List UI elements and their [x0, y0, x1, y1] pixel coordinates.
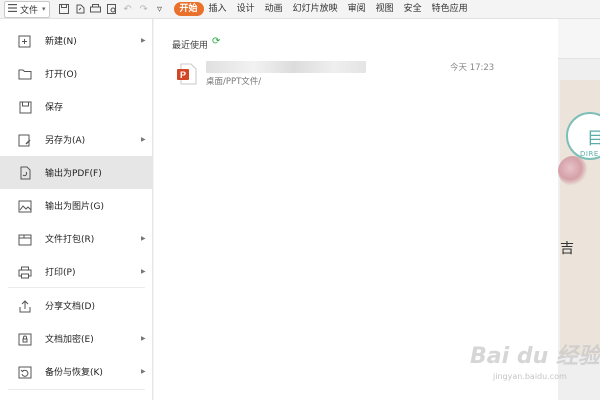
- save-icon[interactable]: [56, 2, 72, 16]
- recent-file-time: 今天 17:23: [450, 63, 495, 73]
- chevron-right-icon: ▶: [141, 268, 146, 275]
- ppt-file-icon: P: [177, 63, 197, 85]
- menu-item-label: 另存为(A): [45, 136, 86, 146]
- recent-file-name-blurred: [206, 61, 366, 73]
- tab-special-apps[interactable]: 特色应用: [427, 2, 473, 16]
- file-menu-label: 文件: [20, 5, 39, 16]
- tab-security[interactable]: 安全: [399, 2, 427, 16]
- chevron-down-icon: ▾: [42, 5, 46, 13]
- undo-icon[interactable]: ↶: [120, 2, 136, 16]
- pdf-export-icon: [17, 166, 33, 180]
- tab-view[interactable]: 视图: [371, 2, 399, 16]
- recent-title: 最近使用: [172, 41, 209, 51]
- folder-open-icon: [17, 67, 33, 81]
- menu-item-label: 保存: [45, 103, 64, 113]
- print-preview-icon[interactable]: [104, 2, 120, 16]
- menu-item-export-image[interactable]: 输出为图片(G): [0, 189, 153, 222]
- redo-icon[interactable]: ↷: [136, 2, 152, 16]
- slide-circle-char: 目: [587, 129, 600, 149]
- more-icon[interactable]: ▿: [152, 2, 168, 16]
- export-icon[interactable]: [72, 2, 88, 16]
- recent-file-path: 桌面/PPT文件/: [206, 77, 262, 87]
- hamburger-icon: [8, 3, 17, 15]
- menu-item-save-as[interactable]: 另存为(A) ▶: [0, 123, 153, 156]
- tab-home[interactable]: 开始: [173, 2, 204, 16]
- quick-access: ↶ ↷ ▿: [56, 2, 168, 16]
- new-doc-icon: [17, 34, 33, 48]
- menu-item-share[interactable]: 分享文档(D): [0, 289, 153, 322]
- slide-circle-text: DIRE: [580, 150, 599, 158]
- menu-item-open[interactable]: 打开(O): [0, 57, 153, 90]
- watermark-logo: Bai du 经验: [470, 344, 600, 369]
- ribbon-panel: [558, 19, 600, 59]
- menu-item-print[interactable]: 打印(P) ▶: [0, 255, 153, 288]
- toolbar: 文件 ▾ ↶ ↷ ▿ 开始 插入 设计 动画 幻灯片放映 审阅 视图 安全 特色…: [0, 0, 600, 19]
- menu-item-label: 分享文档(D): [45, 302, 95, 312]
- image-export-icon: [17, 199, 33, 213]
- watermark-url: jingyan.baidu.com: [493, 372, 567, 381]
- print-icon: [17, 265, 33, 279]
- chevron-right-icon: ▶: [141, 368, 146, 375]
- tab-slideshow[interactable]: 幻灯片放映: [288, 2, 343, 16]
- menu-item-save[interactable]: 保存: [0, 90, 153, 123]
- menu-item-label: 打印(P): [45, 268, 76, 278]
- file-menu: 新建(N) ▶ 打开(O) 保存 另存为(A) ▶ 输出为PDF(F) 输出为图…: [0, 19, 153, 400]
- menu-divider: [8, 287, 145, 288]
- menu-divider: [8, 389, 145, 390]
- menu-item-new[interactable]: 新建(N) ▶: [0, 24, 153, 57]
- menu-item-label: 新建(N): [45, 37, 77, 47]
- tab-insert[interactable]: 插入: [204, 2, 232, 16]
- menu-item-label: 备份与恢复(K): [45, 368, 103, 378]
- menu-item-label: 打开(O): [45, 70, 78, 80]
- print-icon[interactable]: [88, 2, 104, 16]
- menu-item-package[interactable]: 文件打包(R) ▶: [0, 222, 153, 255]
- backup-icon: [17, 365, 33, 379]
- refresh-icon[interactable]: ⟳: [212, 36, 220, 47]
- tab-animation[interactable]: 动画: [260, 2, 288, 16]
- file-menu-button[interactable]: 文件 ▾: [4, 0, 50, 18]
- ribbon-tabs: 开始 插入 设计 动画 幻灯片放映 审阅 视图 安全 特色应用: [173, 2, 473, 16]
- chevron-right-icon: ▶: [141, 335, 146, 342]
- menu-item-label: 输出为图片(G): [45, 202, 104, 212]
- menu-item-label: 文件打包(R): [45, 235, 95, 245]
- chevron-right-icon: ▶: [141, 136, 146, 143]
- menu-item-encrypt[interactable]: 文档加密(E) ▶: [0, 322, 153, 355]
- save-icon: [17, 100, 33, 114]
- share-icon: [17, 299, 33, 313]
- package-icon: [17, 232, 33, 246]
- menu-item-backup[interactable]: 备份与恢复(K) ▶: [0, 355, 153, 388]
- tab-design[interactable]: 设计: [232, 2, 260, 16]
- menu-item-label: 文档加密(E): [45, 335, 94, 345]
- menu-item-label: 输出为PDF(F): [45, 169, 102, 179]
- chevron-right-icon: ▶: [141, 235, 146, 242]
- save-as-icon: [17, 133, 33, 147]
- slide-side-char: 吉: [560, 241, 574, 257]
- svg-text:P: P: [180, 70, 186, 80]
- chevron-right-icon: ▶: [141, 37, 146, 44]
- tab-review[interactable]: 审阅: [343, 2, 371, 16]
- menu-item-export-pdf[interactable]: 输出为PDF(F): [0, 156, 153, 189]
- blossom-decoration: [558, 156, 588, 186]
- lock-icon: [17, 332, 33, 346]
